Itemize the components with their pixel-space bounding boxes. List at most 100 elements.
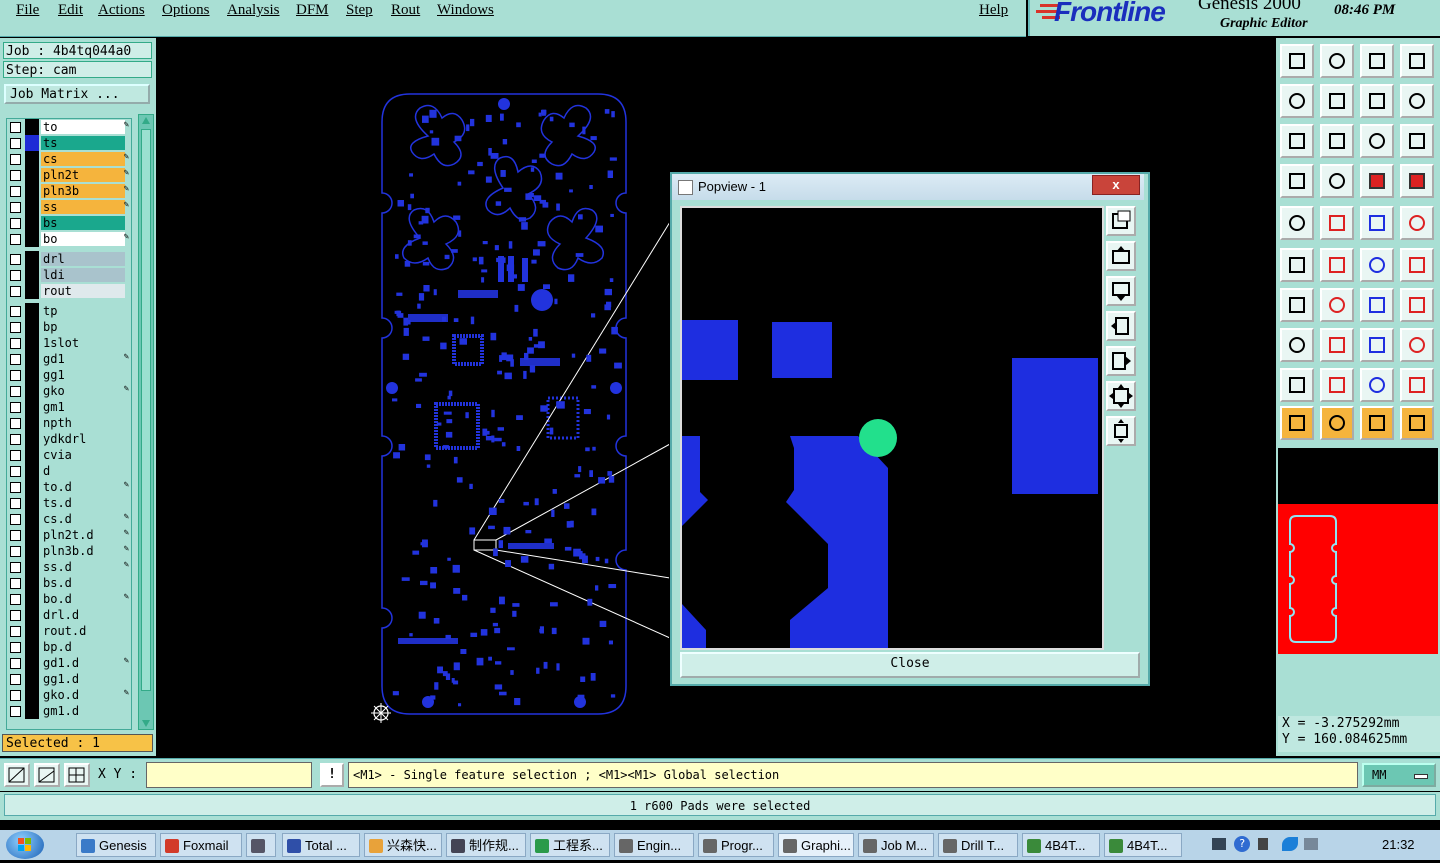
layer-name[interactable]: cs [41, 152, 125, 166]
menu-actions[interactable]: Actions [98, 2, 145, 19]
layer-row[interactable]: drl.d [7, 607, 131, 623]
help-tray-icon[interactable]: ? [1234, 836, 1250, 852]
layer-row[interactable]: pln2t.d ✎ [7, 527, 131, 543]
eye-button[interactable] [1280, 164, 1314, 198]
layer-name[interactable]: rout [41, 284, 125, 298]
layer-name[interactable]: 1slot [41, 336, 125, 350]
line-button[interactable] [1280, 288, 1314, 322]
layer-color-swatch[interactable] [25, 591, 39, 607]
layer-row[interactable]: ss ✎ [7, 199, 131, 215]
snap-button[interactable] [1400, 248, 1434, 282]
popview-center-button[interactable] [1106, 416, 1136, 446]
layer-color-swatch[interactable] [25, 167, 39, 183]
import-button[interactable] [1280, 84, 1314, 118]
layer-row[interactable]: pln3b.d ✎ [7, 543, 131, 559]
popview-fit-button[interactable] [1106, 381, 1136, 411]
layer-color-swatch[interactable] [25, 623, 39, 639]
layer-color-swatch[interactable] [25, 431, 39, 447]
layer-name[interactable]: bp [41, 320, 125, 334]
layer-name[interactable]: bo [41, 232, 125, 246]
layer-row[interactable]: 1slot [7, 335, 131, 351]
layer-checkbox[interactable] [10, 642, 21, 653]
layer-row[interactable]: ydkdrl [7, 431, 131, 447]
layer-name[interactable]: gg1 [41, 368, 125, 382]
layer-name[interactable]: bo.d [41, 592, 125, 606]
help-button[interactable] [1400, 124, 1434, 158]
layer-checkbox[interactable] [10, 354, 21, 365]
layer-row[interactable]: gko ✎ [7, 383, 131, 399]
layer-color-swatch[interactable] [25, 511, 39, 527]
window-button[interactable] [1400, 44, 1434, 78]
layer-row[interactable]: gm1 [7, 399, 131, 415]
taskbar-item[interactable]: Total ... [282, 833, 360, 857]
layer-checkbox[interactable] [10, 658, 21, 669]
layer-checkbox[interactable] [10, 706, 21, 717]
layer-name[interactable]: cs.d [41, 512, 125, 526]
triangle-button[interactable] [1280, 368, 1314, 402]
layer-row[interactable]: bp [7, 319, 131, 335]
popview-close-button[interactable]: Close [680, 652, 1140, 678]
layer-row[interactable]: d [7, 463, 131, 479]
select-button[interactable] [1280, 206, 1314, 240]
menu-rout[interactable]: Rout [391, 2, 420, 19]
layer-color-swatch[interactable] [25, 351, 39, 367]
layer-row[interactable]: cs.d ✎ [7, 511, 131, 527]
layer-row[interactable]: gm1.d [7, 703, 131, 719]
layers-red-button[interactable] [1360, 164, 1394, 198]
layers-gray-button[interactable] [1400, 164, 1434, 198]
layer-color-swatch[interactable] [25, 399, 39, 415]
undo-button[interactable] [1360, 84, 1394, 118]
layer-color-swatch[interactable] [25, 479, 39, 495]
layer-color-swatch[interactable] [25, 575, 39, 591]
measure-mode-button[interactable] [34, 763, 60, 787]
scroll-up-icon[interactable] [142, 117, 150, 124]
layer-color-swatch[interactable] [25, 527, 39, 543]
grid-mode-button[interactable] [64, 763, 90, 787]
pointer2-button[interactable] [1320, 406, 1354, 440]
taskbar-item[interactable]: 工程系... [530, 833, 610, 857]
layer-name[interactable]: drl.d [41, 608, 125, 622]
layer-checkbox[interactable] [10, 610, 21, 621]
taskbar-item[interactable]: Foxmail [160, 833, 242, 857]
layer-checkbox[interactable] [10, 254, 21, 265]
menu-edit[interactable]: Edit [58, 2, 83, 19]
layer-color-swatch[interactable] [25, 639, 39, 655]
measure-button[interactable] [1320, 206, 1354, 240]
alert-icon[interactable]: ! [320, 763, 344, 787]
layer-checkbox[interactable] [10, 218, 21, 229]
home-button[interactable] [1360, 44, 1394, 78]
layer-name[interactable]: bs.d [41, 576, 125, 590]
layer-name[interactable]: gm1 [41, 400, 125, 414]
layer-name[interactable]: ss [41, 200, 125, 214]
layer-name[interactable]: pln3b.d [41, 544, 125, 558]
layer-row[interactable]: bs [7, 215, 131, 231]
menu-windows[interactable]: Windows [437, 2, 494, 19]
circle-button[interactable] [1400, 206, 1434, 240]
keyboard-icon[interactable] [1212, 838, 1226, 850]
pen-tray-icon[interactable] [1258, 838, 1268, 850]
layer-checkbox[interactable] [10, 450, 21, 461]
bridge-button[interactable] [1400, 368, 1434, 402]
layer-name[interactable]: rout.d [41, 624, 125, 638]
layer-checkbox[interactable] [10, 498, 21, 509]
layer-row[interactable]: cvia [7, 447, 131, 463]
layer-name[interactable]: gm1.d [41, 704, 125, 718]
layer-checkbox[interactable] [10, 546, 21, 557]
layer-checkbox[interactable] [10, 690, 21, 701]
layer-name[interactable]: to [41, 120, 125, 134]
rotate-button[interactable] [1360, 288, 1394, 322]
menu-step[interactable]: Step [346, 2, 373, 19]
layer-color-swatch[interactable] [25, 367, 39, 383]
taskbar-item[interactable]: Job M... [858, 833, 934, 857]
layer-checkbox[interactable] [10, 418, 21, 429]
scroll-down-icon[interactable] [142, 720, 150, 727]
taskbar-item[interactable]: 兴森快... [364, 833, 442, 857]
units-select[interactable]: MM [1362, 763, 1436, 787]
popview-pan-right-button[interactable] [1106, 346, 1136, 376]
layer-row[interactable]: cs ✎ [7, 151, 131, 167]
layer-checkbox[interactable] [10, 154, 21, 165]
layer-color-swatch[interactable] [25, 215, 39, 231]
taskbar-item[interactable]: Engin... [614, 833, 694, 857]
menu-help[interactable]: Help [979, 2, 1008, 19]
layer-name[interactable]: npth [41, 416, 125, 430]
